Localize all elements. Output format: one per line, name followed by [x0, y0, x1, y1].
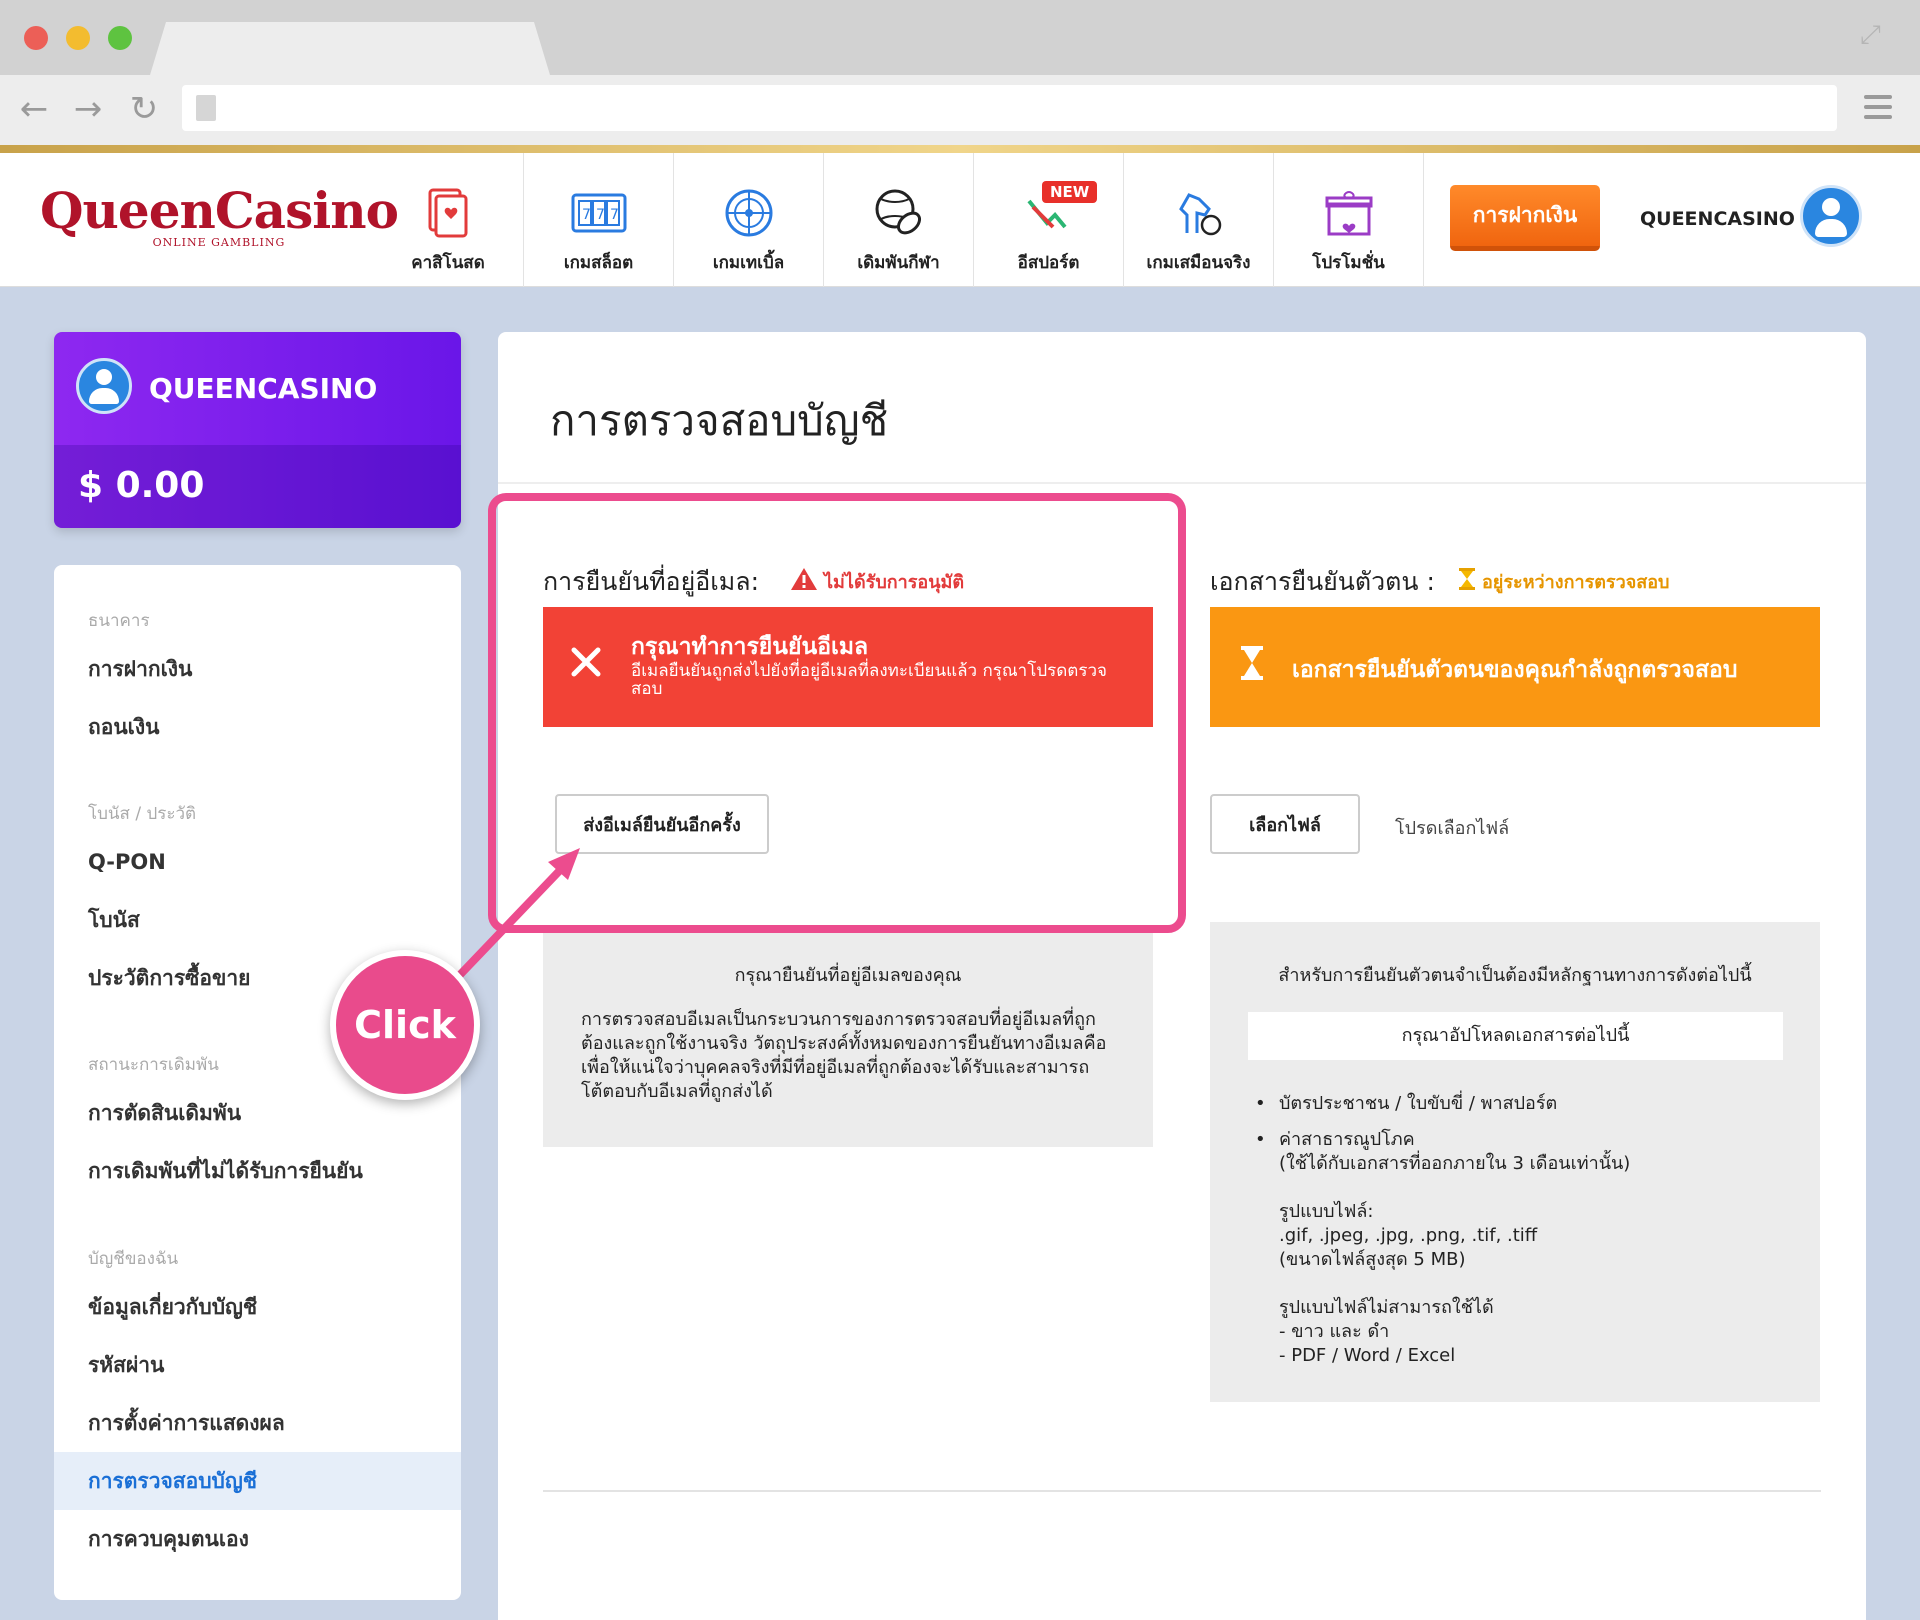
email-info-header: กรุณายืนยันที่อยู่อีเมลของคุณ	[734, 965, 962, 986]
account-card-top: QUEENCASINO	[54, 332, 461, 445]
identity-info-box: สำหรับการยืนยันตัวตนจำเป็นต้องมีหลักฐานท…	[1210, 922, 1820, 1402]
svg-text:7: 7	[582, 207, 591, 223]
browser-tab[interactable]	[150, 22, 550, 75]
sidebar-item-account-verification[interactable]: การตรวจสอบบัญชี	[54, 1452, 461, 1510]
nav-item-table-games[interactable]: เกมเทเบิ้ล	[673, 153, 823, 287]
browser-chrome: ⤢ ← → ↻	[0, 0, 1920, 145]
list-item-note: (ใช้ได้กับเอกสารที่ออกภายใน 3 เดือนเท่าน…	[1279, 1153, 1631, 1174]
gift-icon	[1317, 181, 1381, 245]
nav-item-promotions[interactable]: โปรโมชั่น	[1273, 153, 1423, 287]
new-badge: NEW	[1042, 181, 1098, 203]
nav-label: เกมเทเบิ้ล	[712, 253, 785, 273]
user-avatar-icon	[76, 358, 132, 414]
close-window-button[interactable]	[24, 26, 48, 50]
nav-separator	[1423, 153, 1424, 287]
hourglass-icon	[1240, 645, 1264, 685]
header-username[interactable]: QUEENCASINO	[1640, 208, 1795, 230]
forward-icon[interactable]: →	[68, 89, 108, 129]
list-item: • บัตรประชาชน / ใบขับขี่ / พาสปอร์ต	[1255, 1093, 1558, 1114]
svg-text:7: 7	[596, 207, 605, 223]
account-name: QUEENCASINO	[149, 372, 378, 405]
reload-icon[interactable]: ↻	[124, 89, 164, 129]
email-info-body: การตรวจสอบอีเมลเป็นกระบวนการของการตรวจสอ…	[581, 1009, 1107, 1102]
nav-item-virtual[interactable]: เกมเสมือนจริง	[1123, 153, 1273, 287]
sidebar-item-deposit[interactable]: การฝากเงิน	[54, 640, 461, 698]
title-divider	[498, 482, 1866, 484]
virtual-horse-icon	[1167, 181, 1231, 245]
deposit-button[interactable]: การฝากเงิน	[1450, 185, 1600, 251]
choose-file-button[interactable]: เลือกไฟล์	[1210, 794, 1360, 854]
back-icon[interactable]: ←	[14, 89, 54, 129]
tab-bar: ⤢	[0, 0, 1920, 75]
hourglass-icon	[1458, 567, 1476, 596]
identity-status: อยู่ระหว่างการตรวจสอบ	[1458, 567, 1669, 596]
gold-divider	[0, 145, 1920, 153]
nav-label: เกมสล็อต	[563, 253, 634, 273]
identity-pending-alert: เอกสารยืนยันตัวตนของคุณกำลังถูกตรวจสอบ	[1210, 607, 1820, 727]
site-header: QueenCasino ONLINE GAMBLING คาสิโนสด 777…	[0, 153, 1920, 287]
highlight-frame	[488, 493, 1186, 933]
sidebar-section-title: บัญชีของฉัน	[88, 1249, 179, 1269]
sidebar-item-display-settings[interactable]: การตั้งค่าการแสดงผล	[54, 1394, 461, 1452]
sidebar-section-title: โบนัส / ประวัติ	[88, 804, 197, 824]
page-icon	[196, 95, 216, 121]
page-title: การตรวจสอบบัญชี	[550, 396, 889, 445]
account-balance: $ 0.00	[78, 465, 205, 506]
max-size: (ขนาดไฟล์สูงสุด 5 MB)	[1279, 1249, 1466, 1270]
click-indicator: Click	[330, 950, 480, 1100]
account-card: QUEENCASINO $ 0.00	[54, 332, 461, 528]
sidebar-item-qpon[interactable]: Q-PON	[54, 833, 461, 891]
sidebar-section-title: ธนาคาร	[88, 611, 150, 631]
logo[interactable]: QueenCasino ONLINE GAMBLING	[40, 181, 399, 249]
browser-menu-icon[interactable]	[1864, 95, 1892, 123]
sidebar-section-title: สถานะการเดิมพัน	[88, 1055, 219, 1075]
sidebar-item-self-control[interactable]: การควบคุมตนเอง	[54, 1510, 461, 1568]
identity-verification-label: เอกสารยืนยันตัวตน :	[1210, 567, 1435, 596]
slot-icon: 777	[567, 181, 631, 245]
nav-label: โปรโมชั่น	[1312, 253, 1385, 273]
sidebar-item-bonus[interactable]: โบนัส	[54, 891, 461, 949]
nav-item-esports[interactable]: NEW อีสปอร์ต	[973, 153, 1123, 287]
address-bar[interactable]	[182, 85, 1837, 131]
sidebar-item-withdraw[interactable]: ถอนเงิน	[54, 698, 461, 756]
nav-item-sports[interactable]: เดิมพันกีฬา	[823, 153, 973, 287]
identity-status-text: อยู่ระหว่างการตรวจสอบ	[1482, 572, 1670, 593]
sidebar-item-password[interactable]: รหัสผ่าน	[54, 1336, 461, 1394]
svg-text:7: 7	[610, 207, 619, 223]
sports-ball-icon	[867, 181, 931, 245]
live-casino-icon	[416, 181, 480, 245]
nav-item-live-casino[interactable]: คาสิโนสด	[373, 153, 523, 287]
upload-header: กรุณาอัปโหลดเอกสารต่อไปนี้	[1248, 1012, 1783, 1060]
expand-icon[interactable]: ⤢	[1860, 20, 1890, 50]
not-allowed-item: - ขาว และ ดำ	[1279, 1321, 1390, 1342]
bottom-divider	[543, 1490, 1821, 1492]
identity-info-header: สำหรับการยืนยันตัวตนจำเป็นต้องมีหลักฐานท…	[1278, 965, 1752, 986]
nav-label: เดิมพันกีฬา	[857, 253, 940, 273]
minimize-window-button[interactable]	[66, 26, 90, 50]
not-allowed-title: รูปแบบไฟล์ไม่สามารถใช้ได้	[1279, 1297, 1494, 1318]
nav-label: อีสปอร์ต	[1017, 253, 1080, 273]
logo-main-text: QueenCasino	[40, 181, 399, 240]
avatar[interactable]	[1800, 185, 1862, 247]
browser-navbar: ← → ↻	[0, 75, 1920, 145]
identity-alert-title: เอกสารยืนยันตัวตนของคุณกำลังถูกตรวจสอบ	[1292, 657, 1738, 683]
account-card-bottom: $ 0.00	[54, 445, 461, 528]
roulette-icon	[717, 181, 781, 245]
nav-item-slots[interactable]: 777 เกมสล็อต	[523, 153, 673, 287]
email-info-box: กรุณายืนยันที่อยู่อีเมลของคุณ การตรวจสอบ…	[543, 932, 1153, 1147]
nav-label: คาสิโนสด	[411, 253, 485, 273]
sidebar-item-account-info[interactable]: ข้อมูลเกี่ยวกับบัญชี	[54, 1278, 461, 1336]
formats-list: .gif, .jpeg, .jpg, .png, .tif, .tiff	[1279, 1225, 1538, 1246]
sidebar-item-unconfirmed-bets[interactable]: การเดิมพันที่ไม่ได้รับการยืนยัน	[54, 1142, 461, 1200]
choose-file-hint: โปรดเลือกไฟล์	[1395, 818, 1510, 839]
formats-title: รูปแบบไฟล์:	[1279, 1201, 1374, 1222]
list-item: • ค่าสาธารณูปโภค	[1255, 1129, 1415, 1150]
nav-label: เกมเสมือนจริง	[1146, 253, 1251, 273]
maximize-window-button[interactable]	[108, 26, 132, 50]
required-documents-list: • บัตรประชาชน / ใบขับขี่ / พาสปอร์ต • ค่าส…	[1255, 1092, 1795, 1368]
not-allowed-item: - PDF / Word / Excel	[1279, 1345, 1456, 1366]
